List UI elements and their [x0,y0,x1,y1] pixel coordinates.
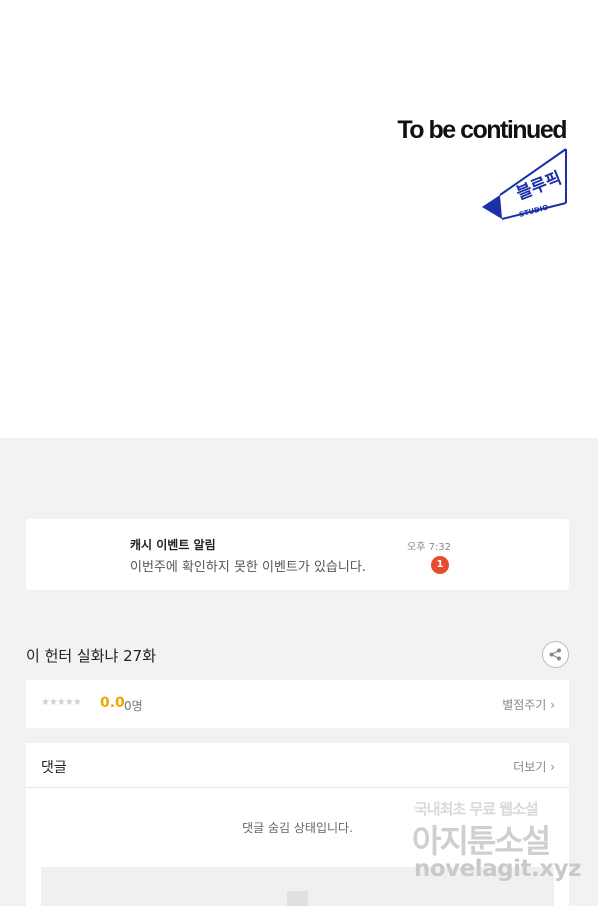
chevron-right-icon: › [550,760,555,774]
comments-header: 댓글 더보기 › [26,743,569,788]
more-label: 더보기 [513,760,547,774]
comment-input-handle [287,891,308,906]
svg-text:블루픽: 블루픽 [514,168,565,204]
site-watermark: 국내최초 무료 웹소설 아지툰소설 novelagit.xyz [410,798,588,886]
episode-title: 이 헌터 실화냐 27화 [26,647,156,665]
rate-label: 별점주기 [502,698,547,712]
chevron-right-icon: › [550,698,555,712]
comic-panel: To be continued 블루픽 STUDIO [0,0,598,438]
rating-count: 0명 [124,699,143,713]
to-be-continued-text: To be continued [397,116,567,144]
notification-count-badge: 1 [431,556,449,574]
notification-title: 캐시 이벤트 알림 [130,538,216,552]
share-button[interactable] [542,641,569,668]
notification-time: 오후 7:32 [407,542,452,553]
share-icon [549,648,561,661]
notification-message: 이번주에 확인하지 못한 이벤트가 있습니다. [130,560,366,575]
rating-stars: ★★★★★ [41,697,82,708]
studio-logo: 블루픽 STUDIO [482,148,567,220]
watermark-line3: novelagit.xyz [414,856,581,882]
comments-title: 댓글 [41,760,67,776]
rating-bar: ★★★★★ 0.0 0명 별점주기 › [26,680,569,728]
comments-more-button[interactable]: 더보기 › [513,758,555,775]
rating-score: 0.0 [100,695,125,711]
cash-event-notification[interactable]: 캐시 이벤트 알림 이번주에 확인하지 못한 이벤트가 있습니다. 오후 7:3… [26,519,569,590]
rate-button[interactable]: 별점주기 › [502,696,555,713]
svg-text:STUDIO: STUDIO [518,203,549,218]
